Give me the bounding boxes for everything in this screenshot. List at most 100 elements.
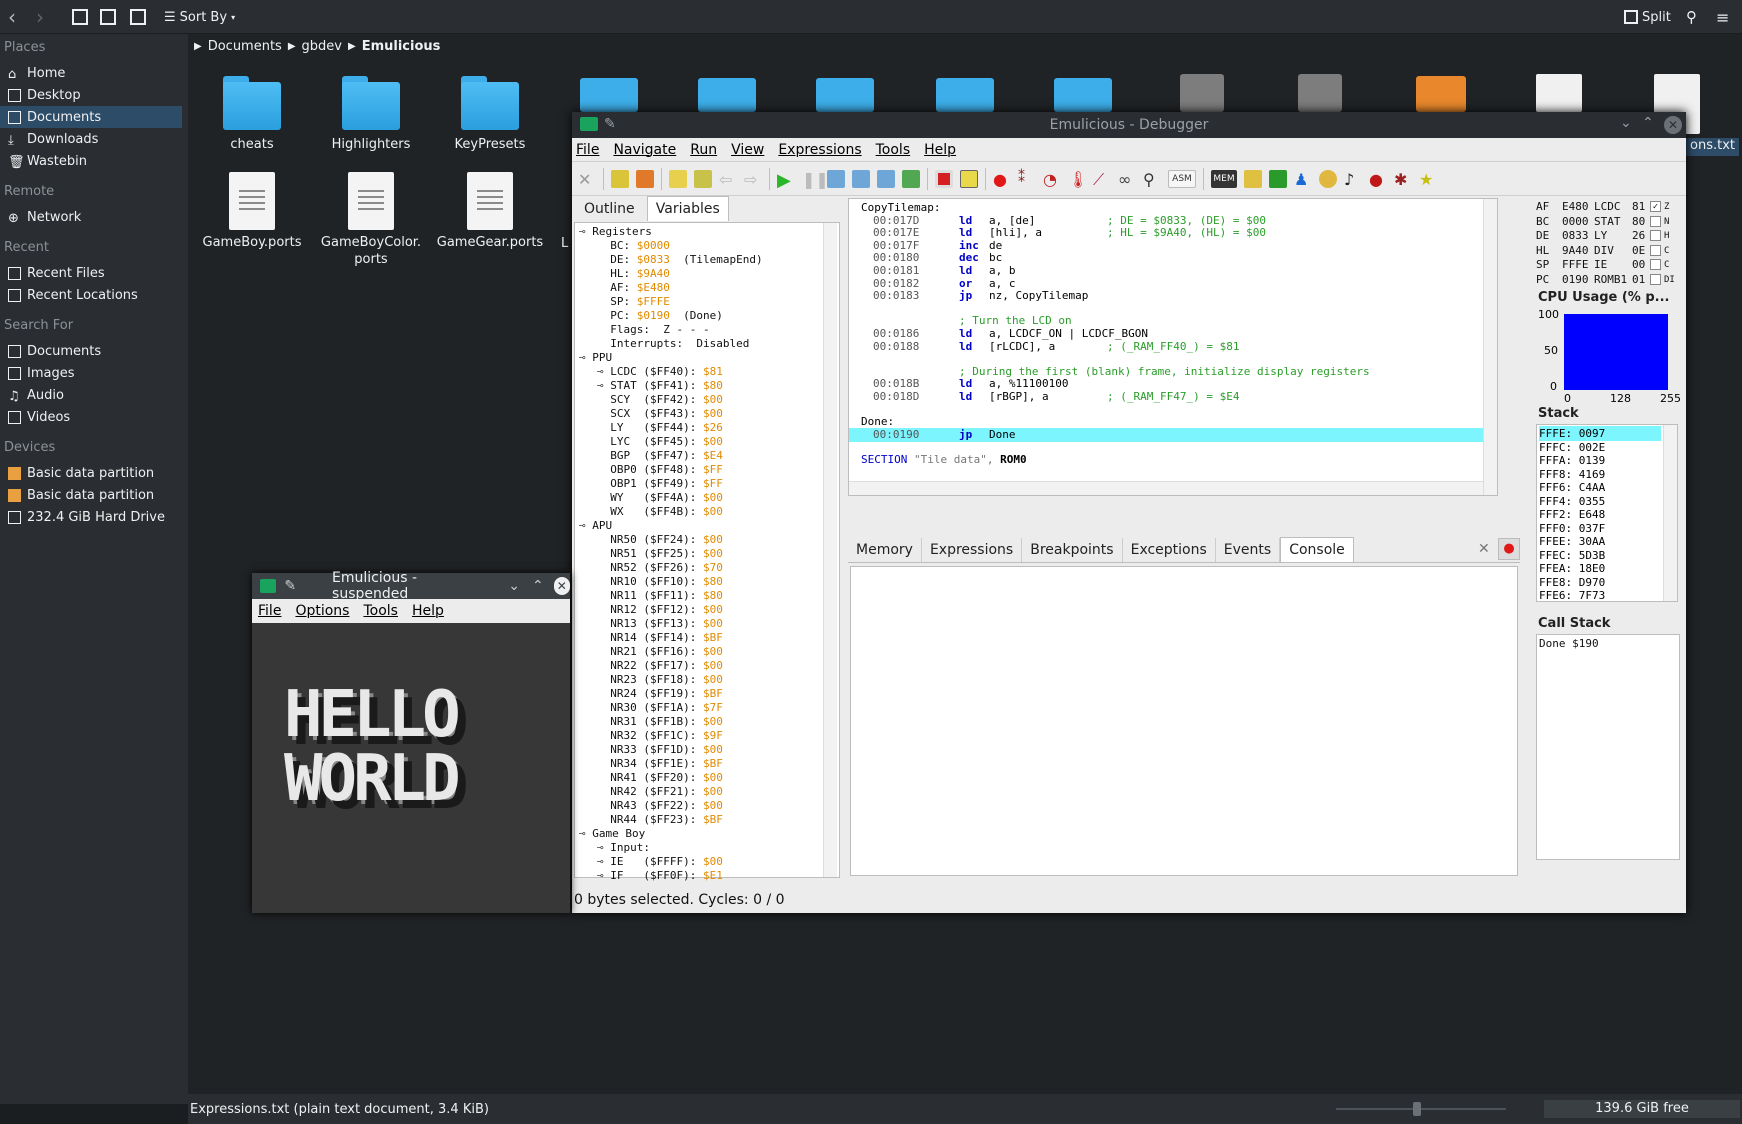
tree-row[interactable]: NR22 ($FF17): $00 <box>597 659 723 673</box>
tree-row[interactable]: NR30 ($FF1A): $7F <box>597 701 723 715</box>
flag-checkbox[interactable] <box>1650 244 1661 256</box>
sidebar-item-partition-2[interactable]: Basic data partition <box>0 484 182 506</box>
menu-help[interactable]: Help <box>412 603 444 619</box>
star-icon[interactable]: ★ <box>1419 170 1437 189</box>
vertical-scrollbar[interactable] <box>823 223 837 877</box>
tree-row[interactable]: ⊸ APU <box>579 519 612 533</box>
flag-checkbox[interactable] <box>1650 273 1661 285</box>
sidebar-item-wastebin[interactable]: 🗑 Wastebin <box>0 150 182 172</box>
tree-row[interactable]: Flags: Z - - - <box>597 323 709 337</box>
tree-row[interactable]: NR50 ($FF24): $00 <box>597 533 723 547</box>
tree-row[interactable]: ⊸ IE ($FFFF): $00 <box>597 855 723 869</box>
tree-row[interactable]: NR13 ($FF13): $00 <box>597 617 723 631</box>
tree-row[interactable]: NR42 ($FF21): $00 <box>597 785 723 799</box>
tree-row[interactable]: NR32 ($FF1C): $9F <box>597 729 723 743</box>
tree-row[interactable]: NR24 ($FF19): $BF <box>597 687 723 701</box>
music-note-icon[interactable]: ♪ <box>1344 170 1362 189</box>
breadcrumb-item[interactable]: Documents <box>208 39 282 54</box>
register-row[interactable]: HL 9A40 DIV 0E C <box>1536 244 1684 258</box>
tree-row[interactable]: NR14 ($FF14): $BF <box>597 631 723 645</box>
file-gameboy-ports[interactable]: GameBoy.ports <box>197 172 307 251</box>
breakpoint-icon[interactable]: ● <box>993 170 1011 189</box>
code-line[interactable]: SECTION "Tile data", ROM0 <box>849 453 1479 467</box>
text-file-icon[interactable] <box>1536 74 1582 112</box>
tree-row[interactable]: BC: $0000 <box>597 239 670 253</box>
minimize-button[interactable]: ⌄ <box>508 578 520 594</box>
tree-row[interactable]: ⊸ Game Boy <box>579 827 645 841</box>
palette-icon[interactable] <box>1319 169 1337 188</box>
step-into-icon[interactable] <box>827 169 845 188</box>
tree-row[interactable]: SCY ($FF42): $00 <box>597 393 723 407</box>
stop-icon[interactable] <box>935 169 953 188</box>
tree-row[interactable]: NR10 ($FF10): $80 <box>597 575 723 589</box>
glasses-icon[interactable]: ∞ <box>1118 170 1136 189</box>
close-panel-icon[interactable]: ✕ <box>1478 541 1490 557</box>
tree-row[interactable]: ⊸ LCDC ($FF40): $81 <box>597 365 723 379</box>
stopwatch-icon[interactable]: ◔ <box>1043 170 1061 189</box>
tree-row[interactable]: NR34 ($FF1E): $BF <box>597 757 723 771</box>
menu-run[interactable]: Run <box>690 142 717 158</box>
tab-breakpoints[interactable]: Breakpoints <box>1022 537 1123 562</box>
tree-row[interactable]: WX ($FF4B): $00 <box>597 505 723 519</box>
tree-row[interactable]: SCX ($FF43): $00 <box>597 407 723 421</box>
sprite-icon[interactable]: ♟ <box>1294 170 1312 189</box>
step-out-icon[interactable] <box>877 169 895 188</box>
tab-events[interactable]: Events <box>1216 537 1281 562</box>
sidebar-item-network[interactable]: ⊕ Network <box>0 206 182 228</box>
step-over-icon[interactable] <box>852 169 870 188</box>
folder-icon[interactable] <box>936 78 994 112</box>
code-horizontal-scrollbar[interactable] <box>849 481 1483 495</box>
tree-row[interactable]: NR33 ($FF1D): $00 <box>597 743 723 757</box>
tree-expander-icon[interactable]: ⊸ <box>579 519 592 532</box>
file-gameboycolor-ports[interactable]: GameBoyColor. ports <box>316 172 426 268</box>
tree-row[interactable]: ⊸ IF ($FF0F): $E1 <box>597 869 723 883</box>
flag-checkbox[interactable]: ✓ <box>1650 201 1661 212</box>
house-icon[interactable] <box>1244 169 1262 188</box>
tree-row[interactable]: NR31 ($FF1B): $00 <box>597 715 723 729</box>
folder-cheats[interactable]: cheats <box>197 76 307 153</box>
sidebar-item-hard-drive[interactable]: 232.4 GiB Hard Drive <box>0 506 182 528</box>
record-icon[interactable]: ● <box>1369 170 1387 189</box>
pin-icon[interactable]: ✎ <box>284 578 296 594</box>
menu-button[interactable]: ≡ <box>1716 5 1729 29</box>
flag-checkbox[interactable] <box>1650 230 1661 241</box>
asm-button[interactable]: ASM <box>1168 169 1196 188</box>
tree-row[interactable]: NR21 ($FF16): $00 <box>597 645 723 659</box>
search-button[interactable]: ⚲ <box>1686 5 1697 29</box>
tree-row[interactable]: DE: $0833 (TilemapEnd) <box>597 253 762 267</box>
file-label-selected[interactable]: ons.txt <box>1686 138 1739 156</box>
thermometer-icon[interactable]: 🌡 <box>1068 170 1088 189</box>
remove-breakpoint-icon[interactable] <box>636 169 654 188</box>
code-vertical-scrollbar[interactable] <box>1483 199 1497 495</box>
flag-checkbox[interactable] <box>1650 259 1661 270</box>
archive-icon[interactable] <box>1416 76 1466 112</box>
menu-help[interactable]: Help <box>924 142 956 158</box>
pin-icon[interactable]: ✎ <box>604 116 616 132</box>
record-console-icon[interactable]: ● <box>1498 538 1520 560</box>
tree-expander-icon[interactable]: ⊸ <box>597 869 610 882</box>
tree-row[interactable]: Interrupts: Disabled <box>597 337 749 351</box>
call-stack-item[interactable]: Done $190 <box>1539 637 1599 651</box>
tree-expander-icon[interactable]: ⊸ <box>597 841 610 854</box>
sidebar-item-images[interactable]: Images <box>0 362 182 384</box>
bookmark-next-icon[interactable] <box>694 169 712 188</box>
folder-keypresets[interactable]: KeyPresets <box>435 76 545 153</box>
sidebar-item-recent-locations[interactable]: Recent Locations <box>0 284 182 306</box>
close-button[interactable]: ✕ <box>1664 116 1682 134</box>
maximize-button[interactable]: ⌃ <box>532 578 544 594</box>
tab-memory[interactable]: Memory <box>848 537 922 562</box>
split-button[interactable]: Split <box>1624 5 1671 29</box>
console-output[interactable] <box>850 566 1518 876</box>
folder-icon[interactable] <box>816 78 874 112</box>
search-icon[interactable]: ⚲ <box>1143 170 1161 189</box>
menu-file[interactable]: File <box>576 142 599 158</box>
folder-icon[interactable] <box>698 78 756 112</box>
tree-row[interactable]: HL: $9A40 <box>597 267 670 281</box>
tree-row[interactable]: OBP0 ($FF48): $FF <box>597 463 723 477</box>
zoom-slider[interactable] <box>1336 1102 1506 1116</box>
menu-tools[interactable]: Tools <box>363 603 398 619</box>
sidebar-item-desktop[interactable]: Desktop <box>0 84 182 106</box>
register-row[interactable]: DE 0833 LY 26 H <box>1536 229 1684 243</box>
run-to-cursor-icon[interactable] <box>902 169 920 188</box>
tile-grid-icon[interactable] <box>1269 169 1287 188</box>
